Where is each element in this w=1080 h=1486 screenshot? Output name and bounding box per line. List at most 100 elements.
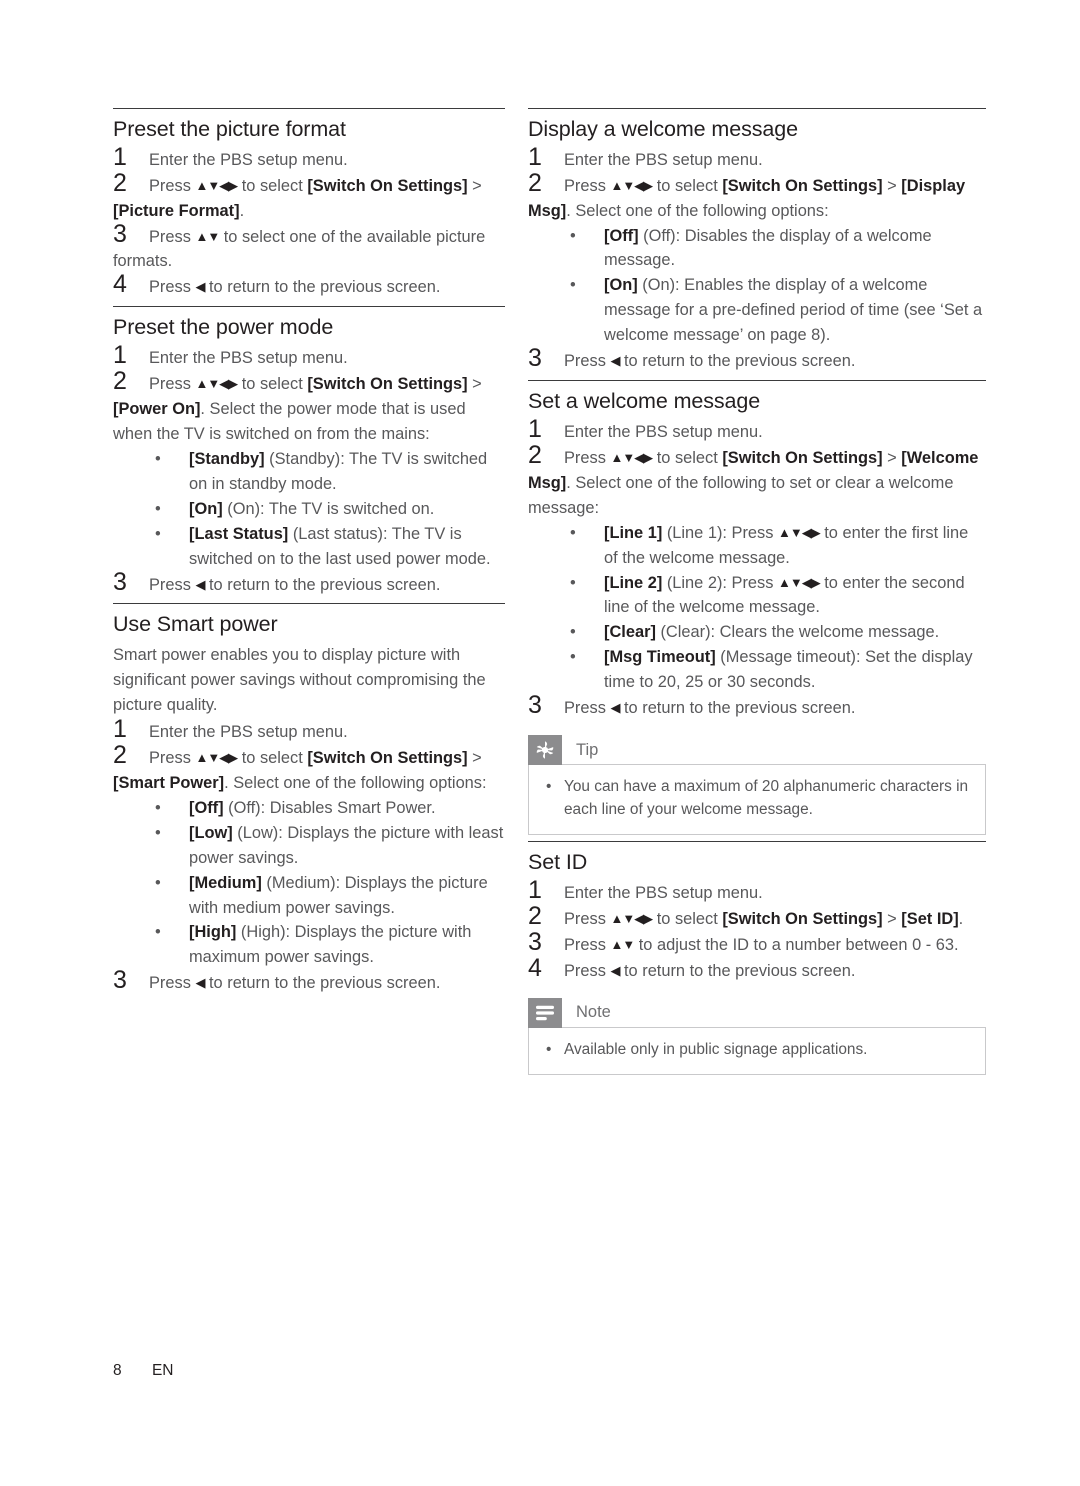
step-item: 1 Enter the PBS setup menu.	[113, 142, 348, 171]
section-intro: Smart power enables you to display pictu…	[113, 646, 486, 715]
menu-term: [Power On]	[113, 399, 201, 418]
step-item: 1 Enter the PBS setup menu.	[113, 714, 348, 743]
step-number: 4	[113, 270, 127, 299]
menu-term: [High]	[189, 923, 237, 942]
step-number: 2	[113, 740, 127, 769]
left-arrow-icon: ◀	[610, 962, 620, 978]
option-item: • [On] (On): The TV is switched on.	[113, 497, 505, 522]
section-heading: Display a welcome message	[528, 117, 798, 141]
callout-list: • Available only in public signage applic…	[543, 1039, 971, 1061]
bullet-icon: •	[570, 276, 576, 295]
step-item: 3 Press ◀ to return to the previous scree…	[113, 567, 441, 596]
option-item: • [Standby] (Standby): The TV is switched…	[113, 447, 505, 497]
step-item: 3 Press ◀ to return to the previous scree…	[113, 966, 441, 995]
option-list: • [Off] (Off): Disables Smart Power. • [Low…	[113, 796, 505, 971]
step-number: 3	[113, 966, 127, 995]
menu-term: [Line 1]	[604, 523, 663, 542]
bullet-icon: •	[155, 798, 161, 817]
option-item: • [Off] (Off): Disables the display of a …	[528, 224, 986, 274]
page-footer: 8 EN	[113, 1362, 173, 1380]
step-item: 3 Press ▲▼ to select one of the available…	[113, 219, 486, 271]
option-item: • [On] (On): Enables the display of a wel…	[528, 273, 986, 348]
menu-term: [Off]	[604, 226, 639, 245]
section-heading: Preset the picture format	[113, 117, 346, 141]
menu-term: [Smart Power]	[113, 773, 225, 792]
section-divider	[113, 108, 505, 109]
manual-page: Preset the picture format 1 Enter the PBS …	[0, 0, 1080, 1486]
menu-term: [Picture Format]	[113, 201, 240, 220]
step-item: 1 Enter the PBS setup menu.	[528, 142, 763, 171]
menu-term: [Switch On Settings]	[307, 176, 468, 195]
option-item: • [Off] (Off): Disables Smart Power.	[113, 796, 505, 821]
section-divider	[113, 306, 505, 308]
bullet-icon: •	[570, 573, 576, 592]
left-arrow-icon: ◀	[195, 576, 205, 592]
step-number: 1	[113, 341, 127, 370]
option-item: • [Line 1] (Line 1): Press ▲▼◀▶ to enter …	[528, 521, 986, 571]
left-arrow-icon: ◀	[195, 279, 205, 295]
step-item: 2 Press ▲▼◀▶ to select [Switch On Setting…	[528, 169, 986, 349]
step-list: 1 Enter the PBS setup menu. 2 Press ▲▼◀▶ to…	[528, 876, 986, 984]
step-number: 3	[528, 344, 542, 373]
bullet-icon: •	[546, 778, 552, 796]
lines-note-icon	[528, 997, 562, 1028]
option-item: • [Msg Timeout] (Message timeout): Set th…	[528, 645, 986, 695]
step-number: 1	[528, 875, 542, 904]
option-list: • [Line 1] (Line 1): Press ▲▼◀▶ to enter …	[528, 521, 986, 696]
callout-item: • You can have a maximum of 20 alphanumer…	[546, 778, 969, 818]
step-number: 1	[528, 414, 542, 443]
menu-term: [Switch On Settings]	[307, 748, 468, 767]
up-down-arrow-icon: ▲▼	[195, 228, 220, 244]
manual-section: Use Smart power Smart power enables you t…	[113, 603, 505, 996]
bullet-icon: •	[155, 499, 161, 518]
step-item: 3 Press ◀ to return to the previous scree…	[528, 691, 856, 720]
menu-term: [Clear]	[604, 623, 656, 642]
step-item: 1 Enter the PBS setup menu.	[528, 414, 763, 443]
step-item: 3 Press ◀ to return to the previous scree…	[528, 344, 856, 373]
callout-header: Tip	[528, 735, 986, 766]
section-divider	[528, 108, 986, 109]
left-column: Preset the picture format 1 Enter the PBS …	[113, 108, 505, 1002]
step-number: 2	[113, 367, 127, 395]
tip-callout: Tip • You can have a maximum of 20 alphanu…	[528, 735, 986, 836]
bullet-icon: •	[546, 1040, 552, 1058]
step-item: 2 Press ▲▼◀▶ to select [Switch On Setting…	[113, 741, 505, 971]
up-down-arrow-icon: ▲▼	[610, 936, 635, 952]
step-item: 1 Enter the PBS setup menu.	[113, 341, 348, 370]
manual-section: Preset the picture format 1 Enter the PBS …	[113, 108, 505, 300]
menu-term: [Standby]	[189, 449, 265, 468]
menu-term: [Low]	[189, 823, 233, 842]
step-item: 2 Press ▲▼◀▶ to select [Switch On Setting…	[528, 901, 964, 930]
footer-page-number: 8	[113, 1362, 122, 1379]
manual-section: Display a welcome message 1 Enter the PBS …	[528, 108, 986, 374]
bullet-icon: •	[155, 873, 161, 892]
note-callout: Note • Available only in public signage ap…	[528, 997, 986, 1076]
step-list: 1 Enter the PBS setup menu. 2 Press ▲▼◀▶ to…	[113, 341, 505, 597]
option-list: • [Standby] (Standby): The TV is switched…	[113, 447, 505, 572]
menu-term: [Set ID]	[901, 909, 959, 928]
step-number: 3	[113, 567, 127, 596]
menu-term: [Switch On Settings]	[307, 375, 468, 393]
bullet-icon: •	[570, 523, 576, 542]
menu-term: [Msg Timeout]	[604, 648, 716, 667]
option-item: • [Clear] (Clear): Clears the welcome mes…	[528, 620, 986, 645]
step-number: 1	[113, 714, 127, 743]
option-item: • [Low] (Low): Displays the picture with …	[113, 821, 505, 871]
manual-section: Preset the power mode 1 Enter the PBS setu…	[113, 306, 505, 597]
menu-term: [Medium]	[189, 873, 262, 892]
step-number: 3	[528, 691, 542, 720]
menu-term: [Switch On Settings]	[722, 909, 883, 928]
callout-header: Note	[528, 997, 986, 1028]
step-number: 4	[528, 953, 542, 982]
callout-body: • You can have a maximum of 20 alphanumer…	[528, 764, 986, 836]
left-arrow-icon: ◀	[610, 353, 620, 369]
option-item: • [Last Status] (Last status): The TV is …	[113, 522, 505, 572]
step-list: 1 Enter the PBS setup menu. 2 Press ▲▼◀▶ to…	[528, 142, 986, 374]
step-list: 1 Enter the PBS setup menu. 2 Press ▲▼◀▶ to…	[528, 414, 986, 721]
menu-term: [On]	[604, 276, 638, 295]
step-number: 2	[528, 901, 542, 930]
menu-term: [Line 2]	[604, 573, 663, 592]
callout-body: • Available only in public signage applic…	[528, 1026, 986, 1076]
section-heading: Set a welcome message	[528, 389, 761, 414]
step-number: 3	[528, 927, 542, 956]
